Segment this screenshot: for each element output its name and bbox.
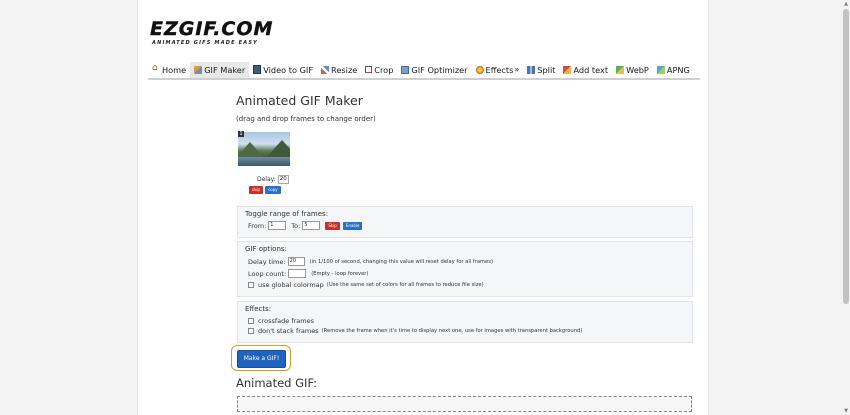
nav-add-text[interactable]: Add text	[559, 62, 612, 78]
no-stack-label[interactable]: don't stack frames	[258, 327, 319, 335]
output-area	[237, 396, 692, 412]
apng-icon	[656, 65, 665, 74]
from-label: From:	[248, 221, 267, 230]
nav-video-to-gif-label: Video to GIF	[263, 64, 314, 75]
nav-webp-label: WebP	[626, 64, 649, 75]
loop-count-label: Loop count:	[248, 269, 287, 278]
vertical-scrollbar[interactable]: ▲ ▼	[842, 0, 850, 415]
nav-gif-optimizer[interactable]: GIF Optimizer	[397, 62, 471, 78]
page-container: EZGIF.COM ANIMATED GIFS MADE EASY Home G…	[137, 0, 709, 415]
toggle-range-panel: Toggle range of frames: From: 1 To: 5 Sk…	[237, 206, 693, 238]
enable-range-button[interactable]: Enable	[342, 221, 363, 230]
brush-icon	[194, 65, 203, 74]
frame-copy-button[interactable]: copy	[265, 186, 281, 194]
to-label: To:	[291, 221, 301, 230]
global-colormap-label[interactable]: use global colormap	[258, 281, 324, 289]
loop-count-hint: (Empty - loop forever)	[311, 270, 369, 277]
main-nav: Home GIF Maker Video to GIF Resize Crop …	[148, 61, 700, 80]
no-stack-hint: (Remove the frame when it's time to disp…	[321, 328, 583, 334]
optimizer-icon	[401, 65, 410, 74]
scroll-down-arrow-icon[interactable]: ▼	[843, 408, 849, 414]
global-colormap-row: use global colormap (Use the same set of…	[248, 281, 484, 289]
effects-icon	[475, 65, 484, 74]
page-title: Animated GIF Maker	[236, 93, 363, 108]
gif-options-title: GIF options:	[245, 245, 287, 253]
nav-video-to-gif[interactable]: Video to GIF	[249, 62, 317, 78]
nav-apng-label: APNG	[666, 64, 690, 75]
frame-number: 1	[238, 131, 244, 137]
effects-panel: Effects: crossfade frames don't stack fr…	[237, 301, 693, 343]
no-stack-row: don't stack frames (Remove the frame whe…	[248, 327, 582, 335]
crossfade-row: crossfade frames	[248, 317, 314, 325]
nav-crop-label: Crop	[374, 64, 394, 75]
frame-delay-input[interactable]: 20	[277, 175, 289, 184]
film-icon	[253, 65, 262, 74]
resize-icon	[321, 65, 330, 74]
nav-resize[interactable]: Resize	[317, 62, 361, 78]
crossfade-label[interactable]: crossfade frames	[258, 317, 314, 325]
toggle-range-title: Toggle range of frames:	[245, 210, 329, 218]
global-colormap-checkbox[interactable]	[248, 282, 254, 288]
nav-home[interactable]: Home	[148, 62, 190, 78]
nav-add-text-label: Add text	[573, 64, 609, 75]
nav-resize-label: Resize	[331, 64, 358, 75]
nav-gif-maker-label: GIF Maker	[204, 64, 246, 75]
page-subtitle: (drag and drop frames to change order)	[236, 115, 376, 123]
scrollbar-thumb[interactable]	[843, 9, 849, 304]
nav-home-label: Home	[162, 64, 187, 75]
delay-time-label: Delay time:	[248, 257, 286, 266]
output-title: Animated GIF:	[236, 376, 318, 390]
effects-title: Effects:	[245, 305, 272, 313]
nav-split-label: Split	[537, 64, 556, 75]
nav-crop[interactable]: Crop	[361, 62, 397, 78]
text-icon	[563, 65, 572, 74]
scroll-up-arrow-icon[interactable]: ▲	[843, 1, 849, 7]
skip-range-button[interactable]: Skip	[325, 221, 340, 230]
webp-icon	[616, 65, 625, 74]
frame-skip-button[interactable]: skip	[249, 186, 264, 194]
make-gif-highlight: Make a GIF!	[231, 345, 291, 371]
nav-effects-label: Effects	[485, 64, 514, 75]
frame-card[interactable]: 1 Delay: 20 skip copy	[238, 131, 290, 197]
delay-time-hint: (in 1/100 of second, changing this value…	[309, 258, 493, 265]
to-input[interactable]: 5	[302, 221, 321, 230]
nav-apng[interactable]: APNG	[653, 62, 694, 78]
site-logo[interactable]: EZGIF.COM ANIMATED GIFS MADE EASY	[150, 18, 274, 46]
frame-delay-label: Delay:	[257, 176, 276, 183]
frame-thumbnail[interactable]	[238, 132, 290, 166]
home-icon	[152, 63, 160, 74]
gif-options-panel: GIF options: Delay time: 20 (in 1/100 of…	[237, 241, 693, 297]
no-stack-checkbox[interactable]	[248, 328, 254, 334]
nav-split[interactable]: Split	[523, 62, 559, 78]
double-chevron-icon: »	[514, 65, 520, 74]
logo-tagline: ANIMATED GIFS MADE EASY	[152, 40, 258, 46]
nav-webp[interactable]: WebP	[612, 62, 653, 78]
frame-delay-row: Delay: 20	[257, 175, 289, 184]
frame-buttons: skip copy	[249, 186, 281, 194]
delay-time-input[interactable]: 20	[287, 257, 305, 266]
logo-text: EZGIF.COM	[150, 18, 274, 40]
toggle-range-row: From: 1 To: 5 Skip Enable	[248, 221, 363, 230]
crop-icon	[365, 66, 373, 73]
from-input[interactable]: 1	[268, 221, 287, 230]
nav-effects[interactable]: Effects »	[472, 62, 524, 78]
global-colormap-hint: (Use the same set of colors for all fram…	[326, 282, 484, 288]
nav-gif-maker[interactable]: GIF Maker	[190, 61, 250, 78]
split-icon	[527, 65, 536, 74]
delay-time-row: Delay time: 20 (in 1/100 of second, chan…	[248, 257, 493, 266]
crossfade-checkbox[interactable]	[248, 318, 254, 324]
make-gif-button[interactable]: Make a GIF!	[237, 350, 286, 368]
loop-count-input[interactable]	[288, 269, 307, 278]
loop-count-row: Loop count: (Empty - loop forever)	[248, 269, 368, 278]
nav-gif-optimizer-label: GIF Optimizer	[411, 64, 468, 75]
